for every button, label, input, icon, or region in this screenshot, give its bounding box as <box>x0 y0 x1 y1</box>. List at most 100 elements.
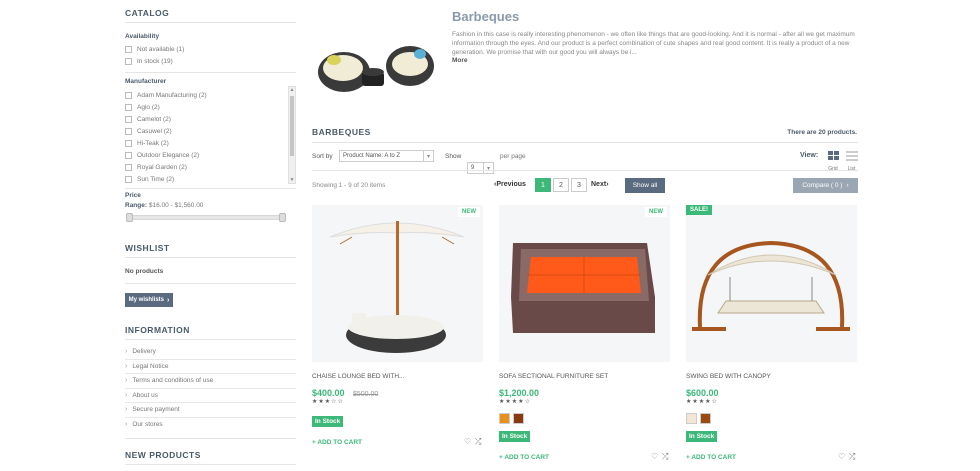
stock-badge: In Stock <box>312 416 344 427</box>
product-old-price: $500.00 <box>353 391 379 398</box>
checkbox[interactable] <box>125 45 132 53</box>
chevron-right-icon: › <box>125 391 128 399</box>
rating-stars: ★★★★☆ <box>499 399 531 405</box>
checkbox[interactable] <box>125 115 132 123</box>
product-name[interactable]: SOFA SECTIONAL FURNITURE SET <box>499 373 608 380</box>
divider <box>125 188 296 189</box>
add-to-cart-button[interactable]: + ADD TO CART <box>312 439 362 446</box>
manufacturer-scrollbar[interactable]: ▲ ▼ <box>288 86 296 184</box>
color-swatch[interactable] <box>700 413 711 424</box>
checkbox[interactable] <box>125 151 132 159</box>
compare-icon[interactable]: ⤮ <box>662 452 668 462</box>
listing-heading: BARBEQUES <box>312 127 371 137</box>
rating-stars: ★★★☆☆ <box>312 399 344 405</box>
checkbox[interactable] <box>125 139 132 147</box>
divider <box>125 72 296 73</box>
manufacturer-option[interactable]: Sun Time (2) <box>125 173 285 185</box>
pagination: 1 2 3 <box>535 178 587 192</box>
category-description: Fashion in this case is really interesti… <box>452 31 855 56</box>
color-swatches <box>499 411 527 429</box>
color-swatch[interactable] <box>513 413 524 424</box>
manufacturer-option[interactable]: Casuwel (2) <box>125 125 285 137</box>
next-page-link[interactable]: Next› <box>591 181 609 188</box>
checkbox[interactable] <box>125 57 132 65</box>
add-to-cart-button[interactable]: + ADD TO CART <box>686 454 736 461</box>
product-image-sofa-sectional[interactable]: NEW <box>499 205 670 362</box>
page-3-button[interactable]: 3 <box>571 178 587 192</box>
view-label: View: <box>800 152 819 159</box>
list-view-button[interactable]: List <box>845 148 858 172</box>
per-page-label: per page <box>500 153 526 160</box>
heart-icon[interactable]: ♡ <box>464 437 471 446</box>
manufacturer-option[interactable]: Outdoor Elegance (2) <box>125 149 285 161</box>
divider <box>312 170 858 171</box>
checkbox[interactable] <box>125 103 132 111</box>
more-link[interactable]: More <box>452 57 468 64</box>
page-1-button[interactable]: 1 <box>535 178 551 192</box>
scroll-up-arrow-icon[interactable]: ▲ <box>289 87 295 93</box>
previous-page-link[interactable]: ‹Previous <box>494 181 526 188</box>
chevron-right-icon: › <box>125 377 128 385</box>
divider <box>125 257 296 258</box>
divider <box>125 22 296 23</box>
information-list: › Delivery › Legal Notice › Terms and condi… <box>125 345 296 432</box>
manufacturer-option[interactable]: Hi-Teak (2) <box>125 137 285 149</box>
manufacturer-option[interactable]: Adam Manufacturing (2) <box>125 89 285 101</box>
manufacturer-option[interactable]: Agio (2) <box>125 101 285 113</box>
product-image-swing-bed[interactable]: SALE! <box>686 205 857 362</box>
manufacturer-option[interactable]: Camelot (2) <box>125 113 285 125</box>
availability-option[interactable]: In stock (19) <box>125 55 184 67</box>
my-wishlists-button[interactable]: My wishlists › <box>125 293 173 307</box>
scrollbar-thumb[interactable] <box>290 96 294 156</box>
add-to-cart-button[interactable]: + ADD TO CART <box>499 454 549 461</box>
chevron-down-icon: ▾ <box>483 163 493 173</box>
product-name[interactable]: SWING BED WITH CANOPY <box>686 373 771 380</box>
info-link-delivery[interactable]: › Delivery <box>125 345 296 360</box>
page-2-button[interactable]: 2 <box>553 178 569 192</box>
info-link-terms[interactable]: › Terms and conditions of use <box>125 374 296 389</box>
compare-icon[interactable]: ⤮ <box>475 437 481 447</box>
manufacturer-list: Adam Manufacturing (2) Agio (2) Camelot … <box>125 89 285 185</box>
info-link-secure-payment[interactable]: › Secure payment <box>125 403 296 418</box>
heart-icon[interactable]: ♡ <box>651 452 658 461</box>
catalog-title: CATALOG <box>125 8 170 18</box>
heart-icon[interactable]: ♡ <box>838 452 845 461</box>
chevron-right-icon: › <box>846 182 849 189</box>
compare-button[interactable]: Compare ( 0 ) › <box>793 178 858 193</box>
checkbox[interactable] <box>125 91 132 99</box>
availability-label: Availability <box>125 33 160 40</box>
per-page-select[interactable]: 9 ▾ <box>467 162 494 174</box>
availability-option[interactable]: Not available (1) <box>125 43 184 55</box>
product-count: There are 20 products. <box>787 129 857 136</box>
checkbox[interactable] <box>125 127 132 135</box>
manufacturer-option[interactable]: Royal Garden (2) <box>125 161 285 173</box>
wishlist-title: WISHLIST <box>125 243 170 253</box>
show-all-button[interactable]: Show all <box>625 178 665 193</box>
product-image-chaise-lounge[interactable]: NEW <box>312 205 483 362</box>
show-label: Show <box>445 153 462 160</box>
info-link-legal-notice[interactable]: › Legal Notice <box>125 360 296 374</box>
price-slider-min-handle[interactable] <box>126 213 133 222</box>
chevron-right-icon: › <box>125 348 128 356</box>
divider <box>312 142 858 143</box>
price-slider-track[interactable] <box>128 215 285 220</box>
color-swatch[interactable] <box>686 413 697 424</box>
category-image <box>310 30 442 102</box>
availability-list: Not available (1) In stock (19) <box>125 43 184 67</box>
rating-stars: ★★★★☆ <box>686 399 718 405</box>
showing-text: Showing 1 - 9 of 20 items <box>312 182 386 189</box>
sort-label: Sort by <box>312 153 333 160</box>
info-link-about-us[interactable]: › About us <box>125 389 296 403</box>
sort-select[interactable]: Product Name: A to Z ▾ <box>339 150 434 162</box>
stock-badge: In Stock <box>686 431 718 442</box>
price-slider-max-handle[interactable] <box>279 213 286 222</box>
product-name[interactable]: CHAISE LOUNGE BED WITH... <box>312 373 404 380</box>
scroll-down-arrow-icon[interactable]: ▼ <box>289 177 295 183</box>
info-link-our-stores[interactable]: › Our stores <box>125 418 296 433</box>
chevron-right-icon: › <box>606 181 609 188</box>
compare-icon[interactable]: ⤮ <box>849 452 855 462</box>
checkbox[interactable] <box>125 163 132 171</box>
color-swatch[interactable] <box>499 413 510 424</box>
grid-view-button[interactable]: Grid <box>827 148 839 172</box>
checkbox[interactable] <box>125 175 132 183</box>
